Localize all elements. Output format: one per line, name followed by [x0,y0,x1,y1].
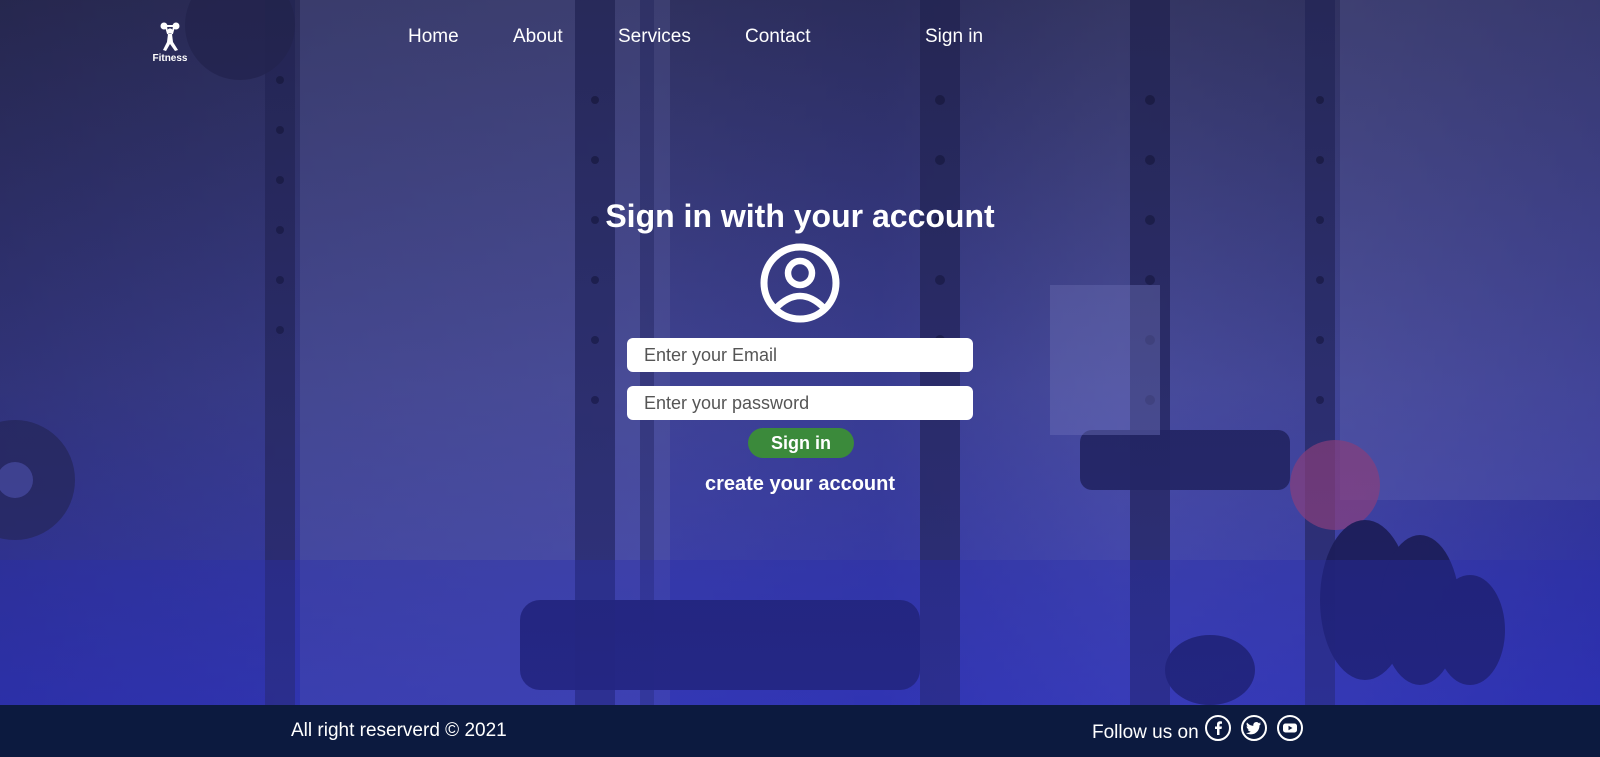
twitter-link[interactable] [1241,715,1267,741]
create-account-link[interactable]: create your account [705,473,895,495]
follow-us-label: Follow us on [1092,722,1199,743]
create-account-row: create your account [0,472,1600,496]
nav-home-link[interactable]: Home [408,25,459,49]
top-navigation: Fitness Home About Services Contact Sign… [0,0,1600,74]
nav-contact-link[interactable]: Contact [745,25,810,49]
youtube-icon [1283,723,1297,733]
page: Fitness Home About Services Contact Sign… [0,0,1600,757]
twitter-icon [1246,722,1261,735]
copyright-text: All right reserverd © 2021 [291,720,507,741]
logo-text: Fitness [152,53,188,64]
nav-signin-link[interactable]: Sign in [925,25,983,49]
signin-button[interactable]: Sign in [748,428,854,458]
logo[interactable]: Fitness [150,22,190,66]
facebook-link[interactable] [1205,715,1231,741]
password-input[interactable] [627,386,973,420]
user-circle-icon [760,243,840,323]
signin-heading: Sign in with your account [605,198,995,234]
nav-about-link[interactable]: About [513,25,563,49]
nav-services-link[interactable]: Services [618,25,691,49]
email-input[interactable] [627,338,973,372]
facebook-icon [1215,721,1222,735]
weightlifter-icon [160,22,180,51]
youtube-link[interactable] [1277,715,1303,741]
footer: All right reserverd © 2021 Follow us on [0,705,1600,757]
